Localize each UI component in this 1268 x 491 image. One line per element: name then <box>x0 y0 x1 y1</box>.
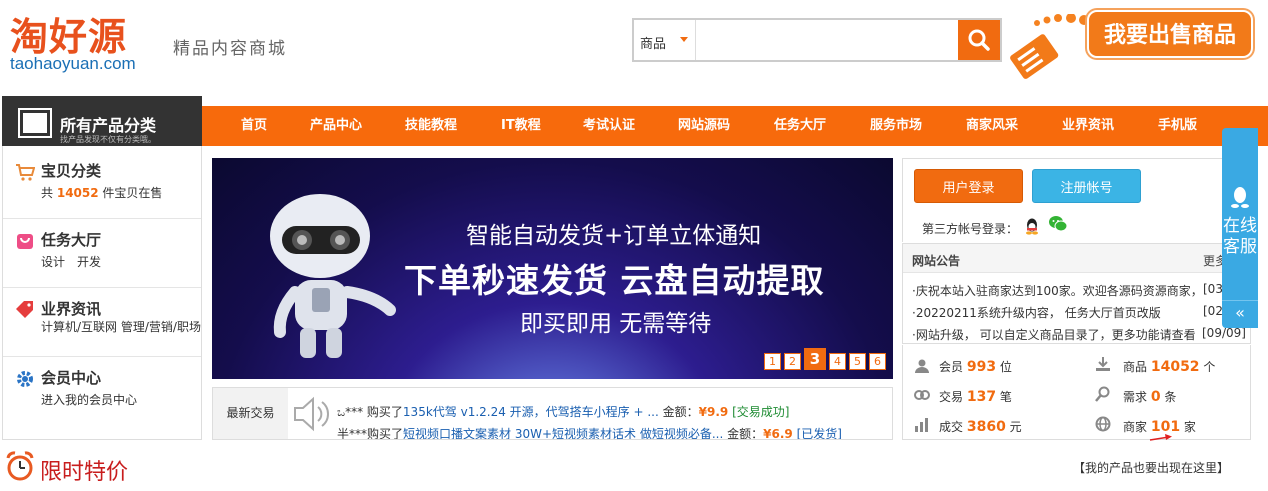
notice-item[interactable]: ·20220211系统升级内容， 任务大厅首页改版 <box>912 304 1161 321</box>
sidebar-item-products[interactable]: 宝贝分类 共 14052 件宝贝在售 <box>3 150 201 219</box>
globe-icon <box>1095 416 1111 432</box>
flash-sale-note-link[interactable]: 【我的产品也要出现在这里】 <box>1073 459 1229 476</box>
notice-title: 网站公告 <box>912 254 961 268</box>
nav-item-news[interactable]: 业界资讯 <box>1062 106 1114 146</box>
sidebar-item-member[interactable]: 会员中心 进入我的会员中心 <box>3 357 201 426</box>
caret-down-icon <box>680 37 688 42</box>
qq-icon <box>1231 187 1249 208</box>
nav-item-mobile[interactable]: 手机版 <box>1158 106 1197 146</box>
sell-product-button[interactable]: 我要出售商品 <box>1087 10 1253 58</box>
price-tag-icon <box>1010 14 1089 79</box>
trade-item-link[interactable]: 135k代驾 v1.2.24 开源，代驾搭车小程序 + ... <box>403 405 659 419</box>
nav-item-tasks[interactable]: 任务大厅 <box>774 106 826 146</box>
sidebar-item-desc: 计算机/互联网 管理/营销/职场 <box>41 320 201 334</box>
banner-page-3[interactable]: 3 <box>804 348 826 370</box>
bar-chart-icon <box>915 418 928 432</box>
nav-item-merchants[interactable]: 商家风采 <box>966 106 1018 146</box>
sidebar-item-desc: 共 14052 件宝贝在售 <box>41 186 163 200</box>
stat-demands: 需求 0 条 <box>1123 389 1177 405</box>
sidebar-item-news[interactable]: 业界资讯 计算机/互联网 管理/营销/职场 <box>3 288 201 357</box>
banner-page-6[interactable]: 6 <box>869 353 886 370</box>
register-button[interactable]: 注册帐号 <box>1032 169 1141 203</box>
stat-deals: 成交 3860 元 <box>939 419 1022 435</box>
trade-row: 半***购买了短视频口播文案素材 30W+短视频素材话术 做短视频必备... 金… <box>337 427 842 439</box>
speaker-icon <box>294 396 329 432</box>
nav-item-products[interactable]: 产品中心 <box>310 106 362 146</box>
magnifier-icon <box>1095 386 1110 402</box>
cart-icon <box>16 164 35 181</box>
nav-item-source[interactable]: 网站源码 <box>678 106 730 146</box>
notice-item[interactable]: ·庆祝本站入驻商家达到100家。欢迎各源码资源商家， <box>912 282 1203 299</box>
nav-item-it[interactable]: IT教程 <box>501 106 541 146</box>
third-party-login-label: 第三方帐号登录： <box>922 222 1019 236</box>
sidebar-item-desc: 设计 开发 <box>41 255 102 269</box>
sidebar-item-label: 宝贝分类 <box>41 162 102 180</box>
sidebar-item-desc: 进入我的会员中心 <box>41 393 138 407</box>
search-icon <box>968 29 990 51</box>
sidebar-item-tasks[interactable]: 任务大厅 设计 开发 <box>3 219 201 288</box>
nav-item-home[interactable]: 首页 <box>241 106 267 146</box>
product-count: 14052 <box>56 186 99 200</box>
latest-trades: 最新交易 ಒ*** 购买了135k代驾 v1.2.24 开源，代驾搭车小程序 +… <box>212 387 893 440</box>
user-panel: 用户登录 注册帐号 第三方帐号登录： <box>902 158 1251 242</box>
banner-pagination: 1 2 3 4 5 6 <box>764 348 886 370</box>
trade-row: ಒ*** 购买了135k代驾 v1.2.24 开源，代驾搭车小程序 + ... … <box>337 405 790 419</box>
online-service-label: 在线客服 <box>1223 216 1257 257</box>
alarm-clock-icon <box>6 451 34 481</box>
sidebar-item-label: 任务大厅 <box>41 231 102 249</box>
wechat-icon[interactable] <box>1048 215 1068 233</box>
search-bar: 商品 <box>632 18 1002 62</box>
exchange-icon <box>914 390 930 400</box>
nav-item-skills[interactable]: 技能教程 <box>405 106 457 146</box>
login-button[interactable]: 用户登录 <box>914 169 1023 203</box>
notice-item[interactable]: ·网站升级， 可以自定义商品目录了，更多功能请查看 <box>912 326 1196 343</box>
all-categories-label: 所有产品分类 <box>60 116 157 135</box>
stat-members: 会员 993 位 <box>939 359 1012 375</box>
online-service-float[interactable]: 在线客服 « <box>1222 128 1258 328</box>
gear-icon <box>17 371 33 387</box>
qq-icon[interactable] <box>1023 217 1041 235</box>
banner-line-2: 下单秒速发货 云盘自动提取 <box>404 261 825 300</box>
all-categories-subtitle: 找产品发现不仅有分类哦。 <box>60 135 156 144</box>
category-sidebar: 宝贝分类 共 14052 件宝贝在售 任务大厅 设计 开发 业界资讯 计算机/互… <box>2 146 202 440</box>
site-slogan: 精品内容商城 <box>173 39 287 59</box>
search-category-label: 商品 <box>640 37 667 52</box>
site-stats: 会员 993 位 商品 14052 个 交易 137 笔 需求 0 条 成交 3… <box>902 345 1251 441</box>
logo-domain[interactable]: taohaoyuan.com <box>10 54 136 74</box>
main-nav: 首页 产品中心 技能教程 IT教程 考试认证 网站源码 任务大厅 服务市场 商家… <box>202 106 1268 146</box>
banner-page-5[interactable]: 5 <box>849 353 866 370</box>
user-icon <box>915 359 929 373</box>
robot-illustration <box>270 194 396 358</box>
flash-sale-title: 限时特价 <box>40 460 129 485</box>
stat-products: 商品 14052 个 <box>1123 359 1216 375</box>
download-icon <box>1096 357 1110 371</box>
tag-icon <box>16 301 33 318</box>
collapse-icon[interactable]: « <box>1222 300 1258 324</box>
sidebar-item-label: 会员中心 <box>41 369 102 387</box>
notice-board: 网站公告 更多 ·庆祝本站入驻商家达到100家。欢迎各源码资源商家， [03, … <box>902 243 1251 344</box>
banner-page-4[interactable]: 4 <box>829 353 846 370</box>
banner-line-3: 即买即用 无需等待 <box>520 311 712 337</box>
red-arrow-icon <box>1149 434 1172 441</box>
trade-item-link[interactable]: 短视频口播文案素材 30W+短视频素材话术 做短视频必备... <box>403 427 723 439</box>
banner-page-2[interactable]: 2 <box>784 353 801 370</box>
search-input[interactable] <box>697 20 959 60</box>
search-button[interactable] <box>958 20 1000 60</box>
notice-date: [09/09] <box>1202 326 1246 340</box>
banner-page-1[interactable]: 1 <box>764 353 781 370</box>
logo-text[interactable]: 淘好源 <box>10 6 127 61</box>
stat-merchants: 商家 101 家 <box>1123 419 1196 435</box>
all-categories-menu[interactable]: 所有产品分类 找产品发现不仅有分类哦。 <box>2 96 202 146</box>
nav-item-exam[interactable]: 考试认证 <box>583 106 635 146</box>
banner-line-1: 智能自动发货+订单立体通知 <box>466 223 762 249</box>
promo-banner[interactable]: 智能自动发货+订单立体通知 下单秒速发货 云盘自动提取 即买即用 无需等待 1 … <box>212 158 893 379</box>
latest-trades-label: 最新交易 <box>213 388 288 439</box>
stat-trades: 交易 137 笔 <box>939 389 1012 405</box>
category-grid-icon <box>18 108 52 138</box>
bag-icon <box>17 234 33 249</box>
nav-item-services[interactable]: 服务市场 <box>870 106 922 146</box>
sidebar-item-label: 业界资讯 <box>41 300 102 318</box>
